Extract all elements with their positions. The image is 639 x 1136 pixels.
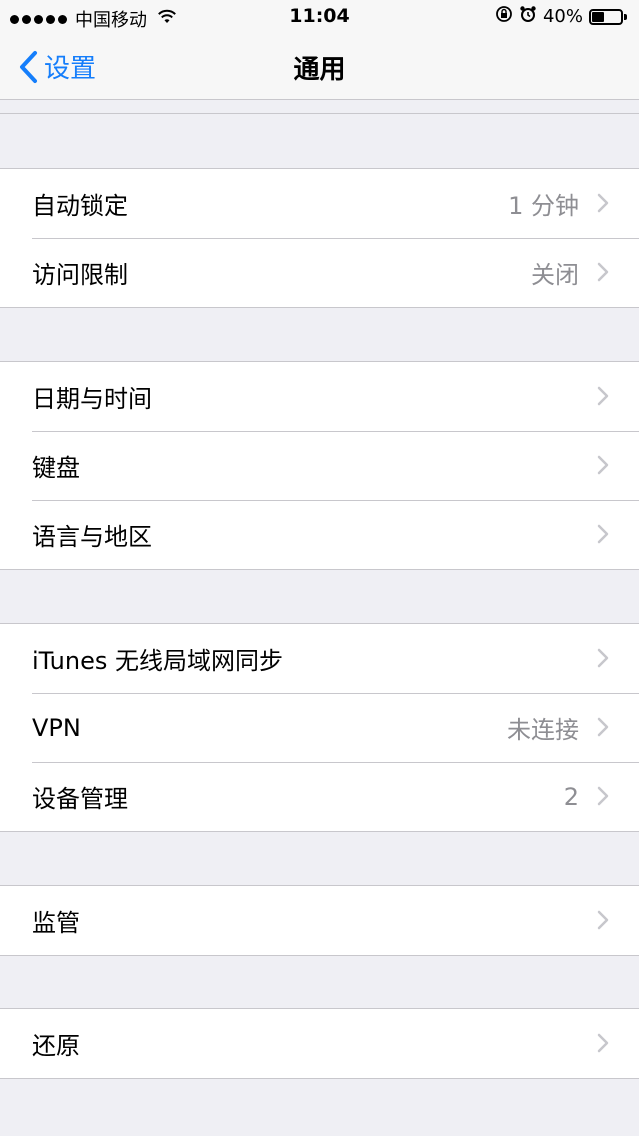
row-supervision[interactable]: 监管 xyxy=(0,886,639,955)
alarm-icon xyxy=(519,5,537,28)
status-right: 40% xyxy=(495,5,629,28)
row-label: 日期与时间 xyxy=(32,385,152,413)
row-vpn[interactable]: VPN 未连接 xyxy=(0,693,639,762)
chevron-right-icon xyxy=(597,1033,609,1053)
battery-icon xyxy=(589,8,629,26)
row-date-time[interactable]: 日期与时间 xyxy=(0,362,639,431)
row-itunes-wifi-sync[interactable]: iTunes 无线局域网同步 xyxy=(0,624,639,693)
row-device-management[interactable]: 设备管理 2 xyxy=(0,762,639,831)
settings-group-lock: 自动锁定 1 分钟 访问限制 关闭 xyxy=(0,168,639,308)
row-label: 自动锁定 xyxy=(32,192,128,220)
chevron-right-icon xyxy=(597,386,609,406)
chevron-right-icon xyxy=(597,910,609,930)
chevron-right-icon xyxy=(597,786,609,806)
row-label: 监管 xyxy=(32,909,80,937)
row-label: VPN xyxy=(32,713,81,742)
battery-percent: 40% xyxy=(542,6,583,27)
status-bar: 中国移动 11:04 40% xyxy=(0,0,639,36)
row-keyboard[interactable]: 键盘 xyxy=(0,431,639,500)
chevron-right-icon xyxy=(597,524,609,544)
row-label: 键盘 xyxy=(32,454,80,482)
chevron-right-icon xyxy=(597,262,609,282)
row-value: 未连接 xyxy=(507,716,579,744)
row-value: 1 分钟 xyxy=(508,192,579,220)
row-reset[interactable]: 还原 xyxy=(0,1009,639,1078)
row-label: 语言与地区 xyxy=(32,523,152,551)
row-label: iTunes 无线局域网同步 xyxy=(32,647,284,675)
navigation-bar: 设置 通用 xyxy=(0,36,639,100)
settings-group-locale: 日期与时间 键盘 语言与地区 xyxy=(0,361,639,570)
chevron-right-icon xyxy=(597,648,609,668)
row-label: 访问限制 xyxy=(32,261,128,289)
chevron-right-icon xyxy=(597,193,609,213)
row-restrictions[interactable]: 访问限制 关闭 xyxy=(0,238,639,307)
row-label: 设备管理 xyxy=(32,785,128,813)
settings-group-supervision: 监管 xyxy=(0,885,639,956)
row-value: 关闭 xyxy=(531,261,579,289)
top-separator xyxy=(0,113,639,114)
chevron-right-icon xyxy=(597,455,609,475)
orientation-lock-icon xyxy=(495,5,513,28)
settings-group-network: iTunes 无线局域网同步 VPN 未连接 设备管理 2 xyxy=(0,623,639,832)
row-auto-lock[interactable]: 自动锁定 1 分钟 xyxy=(0,169,639,238)
settings-group-reset: 还原 xyxy=(0,1008,639,1079)
row-label: 还原 xyxy=(32,1032,80,1060)
chevron-right-icon xyxy=(597,717,609,737)
row-language-region[interactable]: 语言与地区 xyxy=(0,500,639,569)
row-value: 2 xyxy=(563,782,579,811)
page-title: 通用 xyxy=(293,55,346,85)
